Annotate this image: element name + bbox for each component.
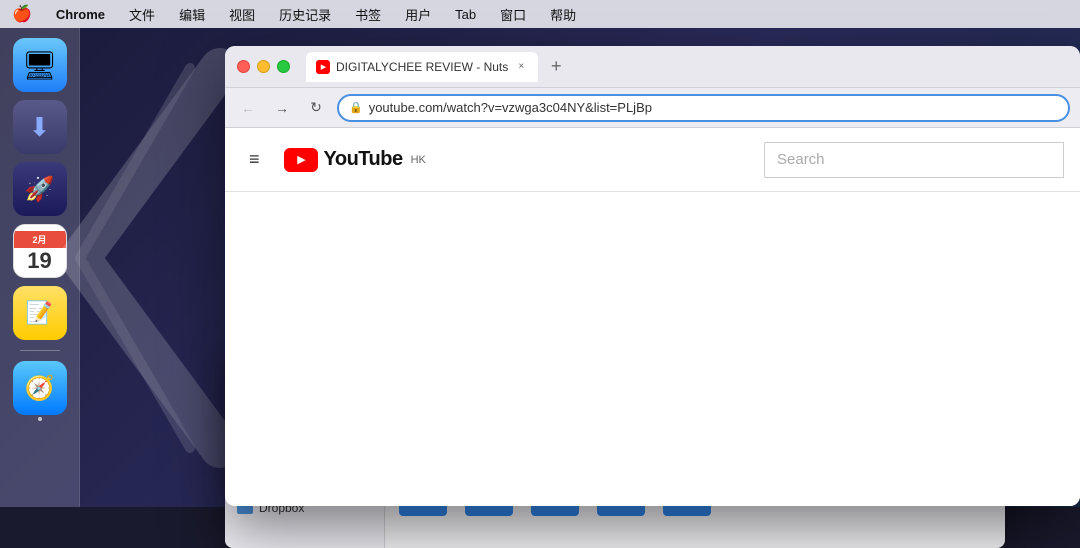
youtube-menu-button[interactable]: ≡	[241, 141, 268, 178]
dock-rocket[interactable]: 🚀	[13, 162, 67, 216]
dock-notes[interactable]: 📝	[13, 286, 67, 340]
dock-finder[interactable]: 🖥	[13, 38, 67, 92]
chrome-titlebar: DIGITALYCHEE REVIEW - Nuts × +	[225, 46, 1080, 88]
menubar-help[interactable]: 帮助	[546, 3, 580, 26]
youtube-logo-icon	[284, 148, 318, 172]
menubar-chrome[interactable]: Chrome	[52, 5, 109, 24]
youtube-region-badge: HK	[411, 154, 426, 166]
menubar-bookmarks[interactable]: 书签	[351, 3, 385, 26]
window-minimize-button[interactable]	[257, 60, 270, 73]
address-bar[interactable]: 🔒 youtube.com/watch?v=vzwga3c04NY&list=P…	[337, 94, 1070, 122]
tab-bar: DIGITALYCHEE REVIEW - Nuts × +	[306, 52, 1068, 82]
dock-downie[interactable]: ⬇	[13, 100, 67, 154]
apple-menu-icon[interactable]: 🍎	[12, 4, 32, 24]
menubar-user[interactable]: 用户	[401, 3, 435, 26]
calendar-date: 19	[27, 250, 51, 272]
tab-title: DIGITALYCHEE REVIEW - Nuts	[336, 60, 508, 74]
menubar-history[interactable]: 历史记录	[275, 3, 335, 26]
dock-safari[interactable]: 🧭	[13, 361, 67, 415]
dock-divider	[20, 350, 60, 351]
arrow-decoration	[60, 48, 240, 468]
youtube-search-box[interactable]: Search	[764, 142, 1064, 178]
page-content: ≡ YouTube HK Search	[225, 128, 1080, 506]
address-text: youtube.com/watch?v=vzwga3c04NY&list=PLj…	[369, 100, 652, 115]
dock-calendar[interactable]: 2月 19	[13, 224, 67, 278]
traffic-lights	[237, 60, 290, 73]
dock-active-dot	[38, 417, 42, 421]
youtube-search-placeholder: Search	[777, 151, 825, 168]
lock-icon: 🔒	[349, 101, 363, 114]
menubar-file[interactable]: 文件	[125, 3, 159, 26]
mac-menubar: 🍎 Chrome 文件 编辑 视图 历史记录 书签 用户 Tab 窗口 帮助	[0, 0, 1080, 28]
window-maximize-button[interactable]	[277, 60, 290, 73]
menubar-tab[interactable]: Tab	[451, 5, 480, 24]
tab-favicon	[316, 60, 330, 74]
active-tab[interactable]: DIGITALYCHEE REVIEW - Nuts ×	[306, 52, 538, 82]
address-bar-row: ← → ↻ 🔒 youtube.com/watch?v=vzwga3c04NY&…	[225, 88, 1080, 128]
youtube-logo-text: YouTube	[324, 148, 403, 171]
desktop: 🖥 ⬇ 🚀 2月 19 📝 🧭	[0, 28, 1080, 507]
youtube-header: ≡ YouTube HK Search	[225, 128, 1080, 192]
new-tab-button[interactable]: +	[542, 53, 570, 81]
forward-button[interactable]: →	[269, 95, 295, 121]
chrome-window: DIGITALYCHEE REVIEW - Nuts × + ← → ↻ 🔒 y…	[225, 46, 1080, 506]
menubar-view[interactable]: 视图	[225, 3, 259, 26]
menubar-window[interactable]: 窗口	[496, 3, 530, 26]
reload-button[interactable]: ↻	[303, 95, 329, 121]
back-button[interactable]: ←	[235, 95, 261, 121]
tab-close-button[interactable]: ×	[514, 60, 528, 74]
calendar-month: 2月	[14, 231, 66, 248]
menubar-edit[interactable]: 编辑	[175, 3, 209, 26]
window-close-button[interactable]	[237, 60, 250, 73]
youtube-logo[interactable]: YouTube HK	[284, 148, 426, 172]
